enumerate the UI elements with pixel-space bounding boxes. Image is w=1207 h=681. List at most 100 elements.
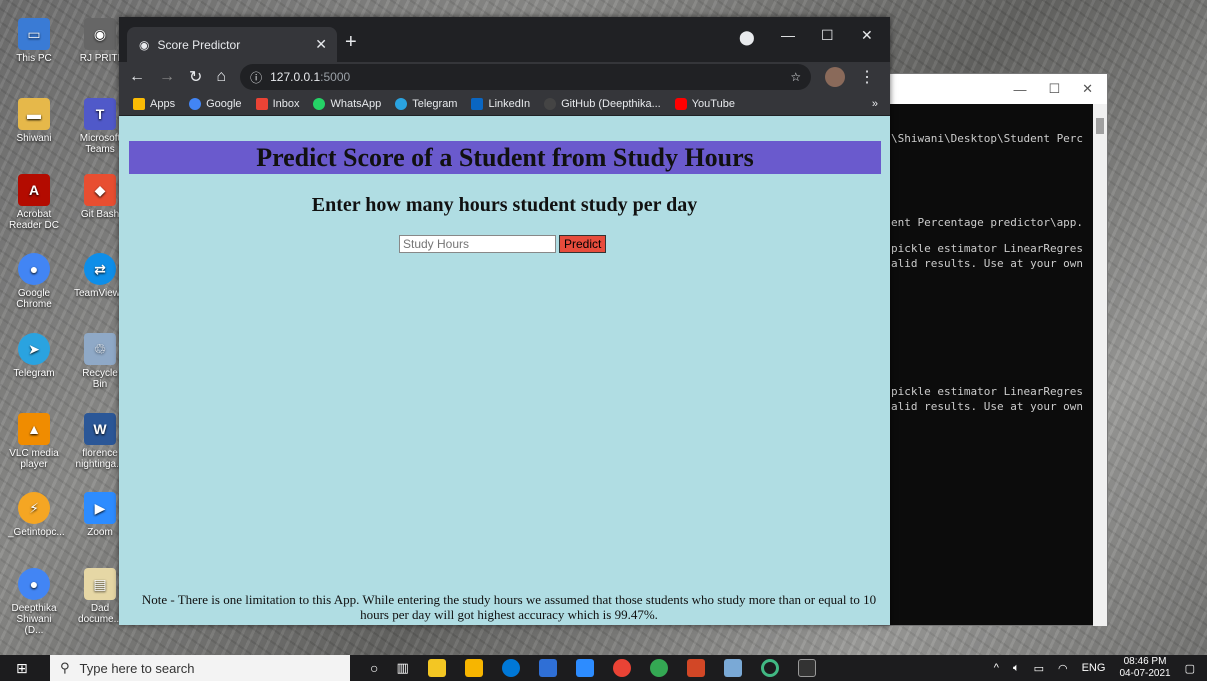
close-icon[interactable]: ✕: [861, 27, 873, 44]
powerpoint-icon[interactable]: [686, 659, 705, 677]
lightning-icon: ⚡: [18, 492, 50, 524]
url-host: 127.0.0.1: [270, 70, 321, 84]
profile-menu-icon[interactable]: ⬤: [739, 29, 755, 46]
task-view-icon[interactable]: ▥: [396, 660, 408, 676]
page-title: Predict Score of a Student from Study Ho…: [129, 141, 881, 174]
console-line: pickle estimator LinearRegres: [891, 242, 1084, 255]
bookmark-linkedin[interactable]: LinkedIn: [471, 97, 530, 110]
taskbar: ⊞ ⚲ Type here to search ○ ▥ ^ 🔈︎ ▭ ◠ ENG…: [0, 655, 1207, 681]
notification-icon[interactable]: ▢: [1185, 662, 1195, 675]
close-icon[interactable]: ✕: [1082, 81, 1093, 97]
desktop-icon-deepthika[interactable]: ● Deepthika Shiwani (D...: [8, 568, 60, 636]
desktop-icon-vlc[interactable]: ▲ VLC media player: [8, 413, 60, 470]
page-content: Predict Score of a Student from Study Ho…: [119, 116, 890, 625]
document-icon: ▤: [84, 568, 116, 600]
word-doc-icon: W: [84, 413, 116, 445]
console-titlebar: — ☐ ✕: [869, 74, 1107, 104]
desktop-icon-telegram[interactable]: ➤ Telegram: [8, 333, 60, 379]
apps-grid-icon: [133, 97, 145, 110]
bookmarks-overflow[interactable]: »: [872, 98, 878, 110]
study-hours-input[interactable]: [399, 235, 556, 253]
bookmark-telegram[interactable]: Telegram: [395, 97, 457, 110]
console-scrollbar[interactable]: [1093, 104, 1107, 626]
telegram-icon: ➤: [18, 333, 50, 365]
page-subheading: Enter how many hours student study per d…: [311, 194, 698, 216]
taskbar-search[interactable]: ⚲ Type here to search: [50, 655, 350, 681]
minimize-icon[interactable]: —: [781, 27, 795, 43]
desktop-icon-acrobat[interactable]: A Acrobat Reader DC: [8, 174, 60, 231]
new-tab-button[interactable]: +: [345, 31, 357, 54]
kebab-menu-icon[interactable]: ⋮: [859, 67, 875, 87]
scrollbar-thumb[interactable]: [1096, 118, 1104, 134]
info-icon: ⓘ: [250, 70, 263, 85]
clock[interactable]: 08:46 PM 04-07-2021: [1119, 656, 1170, 680]
maximize-icon[interactable]: ☐: [1048, 81, 1060, 97]
folder-icon: ▬: [18, 98, 50, 130]
limitation-note: Note - There is one limitation to this A…: [141, 592, 877, 622]
tab-strip: ◉ Score Predictor ✕ + ⬤ — ☐ ✕: [119, 17, 890, 62]
chevron-up-icon[interactable]: ^: [994, 662, 999, 674]
speaker-icon[interactable]: 🔈︎: [1013, 662, 1020, 675]
browser-toolbar: ← → ↻ ⌂ ⓘ 127.0.0.1:5000 ☆ ⋮: [119, 62, 890, 92]
address-bar[interactable]: ⓘ 127.0.0.1:5000 ☆: [240, 64, 812, 90]
telegram-icon: [395, 97, 408, 110]
chrome-icon[interactable]: [612, 659, 631, 677]
maximize-icon[interactable]: ☐: [821, 27, 834, 44]
battery-icon[interactable]: ▭: [1034, 662, 1044, 675]
bookmark-apps[interactable]: Apps: [133, 97, 175, 110]
file-explorer-icon[interactable]: [427, 659, 446, 677]
teams-icon: T: [84, 98, 116, 130]
console-line: pickle estimator LinearRegres: [891, 385, 1084, 398]
terminal-icon[interactable]: [797, 659, 816, 677]
app-icon[interactable]: [538, 659, 557, 677]
chrome-profile-icon[interactable]: [649, 659, 668, 677]
bookmark-github[interactable]: GitHub (Deepthika...: [544, 97, 661, 110]
edge-icon[interactable]: [501, 659, 520, 677]
desktop-icon-shiwani[interactable]: ▬ Shiwani: [8, 98, 60, 144]
whatsapp-icon: [313, 97, 326, 110]
tab-score-predictor[interactable]: ◉ Score Predictor ✕: [127, 27, 337, 62]
console-line: alid results. Use at your own: [891, 400, 1084, 413]
reload-icon[interactable]: ↻: [189, 67, 202, 87]
bookmark-inbox[interactable]: Inbox: [255, 97, 299, 110]
system-tray: ^ 🔈︎ ▭ ◠ ENG 08:46 PM 04-07-2021 ▢: [994, 655, 1195, 681]
star-icon[interactable]: ☆: [790, 70, 801, 84]
bookmark-google[interactable]: Google: [189, 97, 242, 110]
disc-icon: ◉: [84, 18, 116, 50]
youtube-icon: [674, 97, 687, 110]
app-circle-icon[interactable]: [760, 659, 779, 677]
forward-arrow-icon[interactable]: →: [159, 68, 175, 86]
windows-start-icon[interactable]: ⊞: [16, 660, 28, 677]
desktop-icon-getintopc[interactable]: ⚡ _Getintopc...: [8, 492, 65, 538]
desktop-icon-this-pc[interactable]: ▭ This PC: [8, 18, 60, 64]
browser-window: ◉ Score Predictor ✕ + ⬤ — ☐ ✕ ← → ↻ ⌂ ⓘ …: [119, 17, 890, 625]
predict-form: Predict: [399, 235, 607, 253]
bookmark-whatsapp[interactable]: WhatsApp: [313, 97, 381, 110]
wifi-icon[interactable]: ◠: [1058, 662, 1068, 675]
tab-title: Score Predictor: [157, 37, 241, 52]
acrobat-icon: A: [18, 174, 50, 206]
back-arrow-icon[interactable]: ←: [129, 68, 145, 86]
chrome-icon: ●: [18, 253, 50, 285]
avatar[interactable]: [825, 67, 846, 87]
home-icon[interactable]: ⌂: [216, 68, 226, 86]
bookmark-youtube[interactable]: YouTube: [674, 97, 735, 110]
zoom-icon: ▶: [84, 492, 116, 524]
google-icon: [189, 97, 202, 110]
recycle-bin-icon: ♲: [84, 333, 116, 365]
console-line: alid results. Use at your own: [891, 257, 1084, 270]
cortana-icon[interactable]: ○: [370, 660, 378, 676]
predict-button[interactable]: Predict: [559, 235, 607, 253]
console-window[interactable]: — ☐ ✕ \Shiwani\Desktop\Student Perc ent …: [868, 73, 1108, 626]
notepad-icon[interactable]: [723, 659, 742, 677]
url-port: :5000: [320, 70, 351, 84]
tab-close-icon[interactable]: ✕: [315, 36, 327, 53]
zoom-icon[interactable]: [575, 659, 594, 677]
gmail-icon: [255, 97, 268, 110]
minimize-icon[interactable]: —: [1013, 82, 1026, 97]
linkedin-icon: [471, 97, 484, 110]
language-indicator[interactable]: ENG: [1082, 662, 1106, 674]
desktop-icon-chrome[interactable]: ● Google Chrome: [8, 253, 60, 310]
sticky-notes-icon[interactable]: [464, 659, 483, 677]
git-icon: ◆: [84, 174, 116, 206]
